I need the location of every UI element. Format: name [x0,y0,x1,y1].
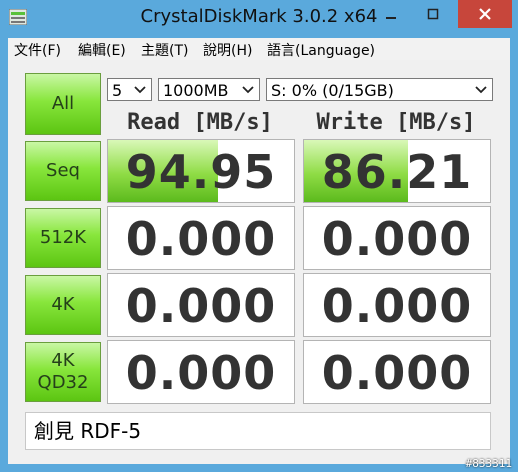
seq-write-value: 86.21 [321,145,473,199]
close-icon [479,8,491,20]
menu-help[interactable]: 說明(H) [203,40,252,60]
drive-select[interactable]: S: 0% (0/15GB) [266,78,493,101]
test-size-value: 1000MB [163,81,229,100]
4k-read-cell: 0.000 [107,273,295,337]
drive-value: S: 0% (0/15GB) [271,81,394,100]
comment-field[interactable]: 創見 RDF-5 [25,412,491,450]
512k-read-cell: 0.000 [107,206,295,270]
512k-button[interactable]: 512K [25,208,101,268]
app-window: CrystalDiskMark 3.0.2 x64 文件(F) 編輯(E) 主題… [0,0,518,472]
4k-qd32-write-value: 0.000 [321,346,473,400]
4k-write-value: 0.000 [321,279,473,333]
minimize-button[interactable] [371,0,411,28]
4k-read-value: 0.000 [125,279,277,333]
all-button[interactable]: All [25,73,101,135]
main-panel: All 5 1000MB S: 0% (0/15GB) Read [MB/s] … [8,60,510,464]
read-header: Read [MB/s] [127,110,273,135]
512k-write-value: 0.000 [321,212,473,266]
4k-qd32-read-cell: 0.000 [107,340,295,404]
maximize-icon [427,8,439,20]
512k-read-value: 0.000 [125,212,277,266]
4k-qd32-label-line2: QD32 [37,372,89,393]
close-button[interactable] [458,0,512,28]
test-count-select[interactable]: 5 [107,78,152,101]
chevron-down-icon [132,79,148,100]
maximize-button[interactable] [413,0,453,28]
seq-read-value: 94.95 [125,145,277,199]
seq-button[interactable]: Seq [25,141,101,201]
minimize-icon [386,17,396,19]
menu-file[interactable]: 文件(F) [14,40,61,60]
4k-qd32-write-cell: 0.000 [303,340,491,404]
4k-button[interactable]: 4K [25,275,101,335]
menu-language[interactable]: 語言(Language) [267,40,375,60]
chevron-down-icon [473,79,489,100]
menu-bar: 文件(F) 編輯(E) 主題(T) 說明(H) 語言(Language) [8,38,510,60]
menu-edit[interactable]: 編輯(E) [78,40,126,60]
test-size-select[interactable]: 1000MB [158,78,260,101]
test-count-value: 5 [112,81,123,100]
4k-write-cell: 0.000 [303,273,491,337]
seq-write-cell: 86.21 [303,139,491,203]
title-bar[interactable]: CrystalDiskMark 3.0.2 x64 [0,0,518,36]
4k-qd32-button[interactable]: 4K QD32 [25,342,101,402]
watermark: #833311 [465,457,512,470]
chevron-down-icon [240,79,256,100]
4k-qd32-label-line1: 4K [51,350,75,371]
seq-read-cell: 94.95 [107,139,295,203]
4k-qd32-read-value: 0.000 [125,346,277,400]
write-header: Write [MB/s] [316,110,476,135]
menu-theme[interactable]: 主題(T) [141,40,188,60]
512k-write-cell: 0.000 [303,206,491,270]
